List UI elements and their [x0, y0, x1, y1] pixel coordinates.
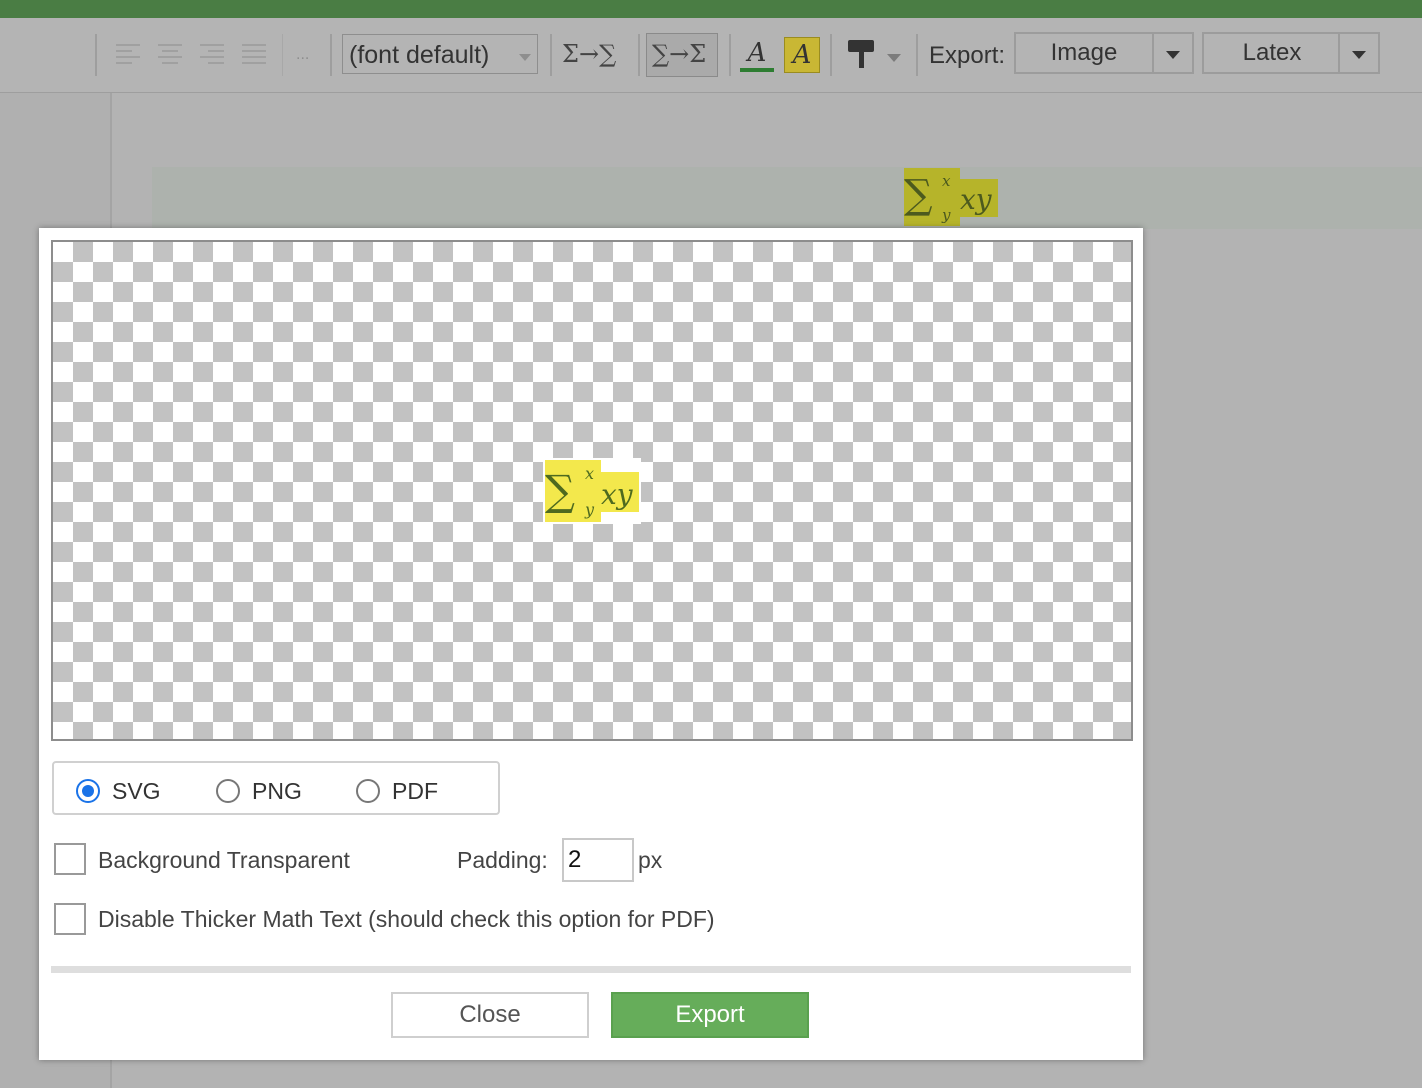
pdf-radio-label: PDF — [392, 778, 438, 804]
toolbar-separator — [330, 34, 332, 76]
editor-line[interactable] — [152, 167, 1422, 229]
highlight-color-button[interactable]: A — [784, 37, 820, 73]
align-left-icon[interactable] — [116, 44, 140, 64]
font-color-icon: A — [747, 38, 767, 68]
more-alignment-button[interactable]: ... — [296, 46, 309, 64]
toolbar-separator — [638, 34, 640, 76]
toolbar-separator — [550, 34, 552, 76]
toolbar: ... (font default) Σ→∑ ∑→Σ A A Export: I… — [0, 18, 1422, 93]
chevron-down-icon[interactable] — [887, 54, 901, 62]
chevron-down-icon — [1352, 51, 1366, 59]
format-painter-icon[interactable] — [848, 40, 878, 72]
disable-thicker-math-label: Disable Thicker Math Text (should check … — [98, 906, 715, 932]
sum-symbol: ∑ — [904, 172, 933, 218]
math-body: xy — [601, 478, 633, 511]
chevron-down-icon — [1166, 51, 1180, 59]
pdf-radio[interactable] — [356, 779, 380, 803]
toolbar-separator — [729, 34, 731, 76]
font-color-swatch — [740, 68, 774, 72]
align-center-icon[interactable] — [158, 44, 182, 64]
export-image-dropdown[interactable] — [1152, 32, 1194, 74]
padding-input[interactable]: 2 — [562, 838, 634, 882]
app-top-bar — [0, 0, 1422, 18]
export-label: Export: — [929, 42, 1006, 69]
toolbar-separator — [830, 34, 832, 76]
close-button[interactable]: Close — [391, 992, 589, 1038]
background-transparent-label: Background Transparent — [98, 847, 350, 873]
disable-thicker-math-checkbox[interactable] — [54, 903, 86, 935]
dialog-divider — [51, 966, 1131, 973]
svg-radio[interactable] — [76, 779, 100, 803]
export-latex-button[interactable]: Latex — [1202, 32, 1342, 74]
align-right-icon[interactable] — [200, 44, 224, 64]
export-preview: ∑ x y xy — [51, 240, 1133, 741]
chevron-down-icon — [519, 54, 531, 61]
math-body: xy — [960, 183, 992, 216]
export-button[interactable]: Export — [611, 992, 809, 1038]
padding-unit: px — [638, 847, 663, 873]
align-justify-icon[interactable] — [242, 44, 266, 64]
sum-inline-style-button[interactable]: Σ→∑ — [562, 40, 616, 68]
export-image-dialog: ∑ x y xy SVG PNG PDF Background Transpar… — [39, 228, 1143, 1060]
png-radio-label: PNG — [252, 778, 302, 804]
sum-display-style-button[interactable]: ∑→Σ — [646, 33, 718, 77]
toolbar-separator — [282, 34, 283, 76]
math-subscript: y — [942, 206, 951, 224]
format-radio-group: SVG PNG PDF — [52, 761, 500, 815]
svg-radio-label: SVG — [112, 778, 161, 804]
background-transparent-checkbox[interactable] — [54, 843, 86, 875]
sum-display-style-label: ∑→Σ — [652, 40, 707, 68]
math-superscript: x — [585, 464, 595, 483]
font-select[interactable]: (font default) — [342, 34, 538, 74]
math-subscript: y — [585, 500, 595, 519]
math-superscript: x — [942, 172, 951, 190]
font-color-button[interactable]: A — [740, 38, 774, 72]
export-image-button[interactable]: Image — [1014, 32, 1154, 74]
padding-label: Padding: — [457, 847, 548, 873]
sum-symbol: ∑ — [545, 466, 575, 515]
preview-math-expression: ∑ x y xy — [543, 458, 641, 524]
highlight-icon: A — [792, 40, 812, 70]
toolbar-separator — [916, 34, 918, 76]
document-math-expression[interactable]: ∑ x y xy — [904, 168, 998, 226]
png-radio[interactable] — [216, 779, 240, 803]
font-select-value: (font default) — [349, 41, 490, 69]
toolbar-separator — [95, 34, 97, 76]
export-latex-dropdown[interactable] — [1338, 32, 1380, 74]
